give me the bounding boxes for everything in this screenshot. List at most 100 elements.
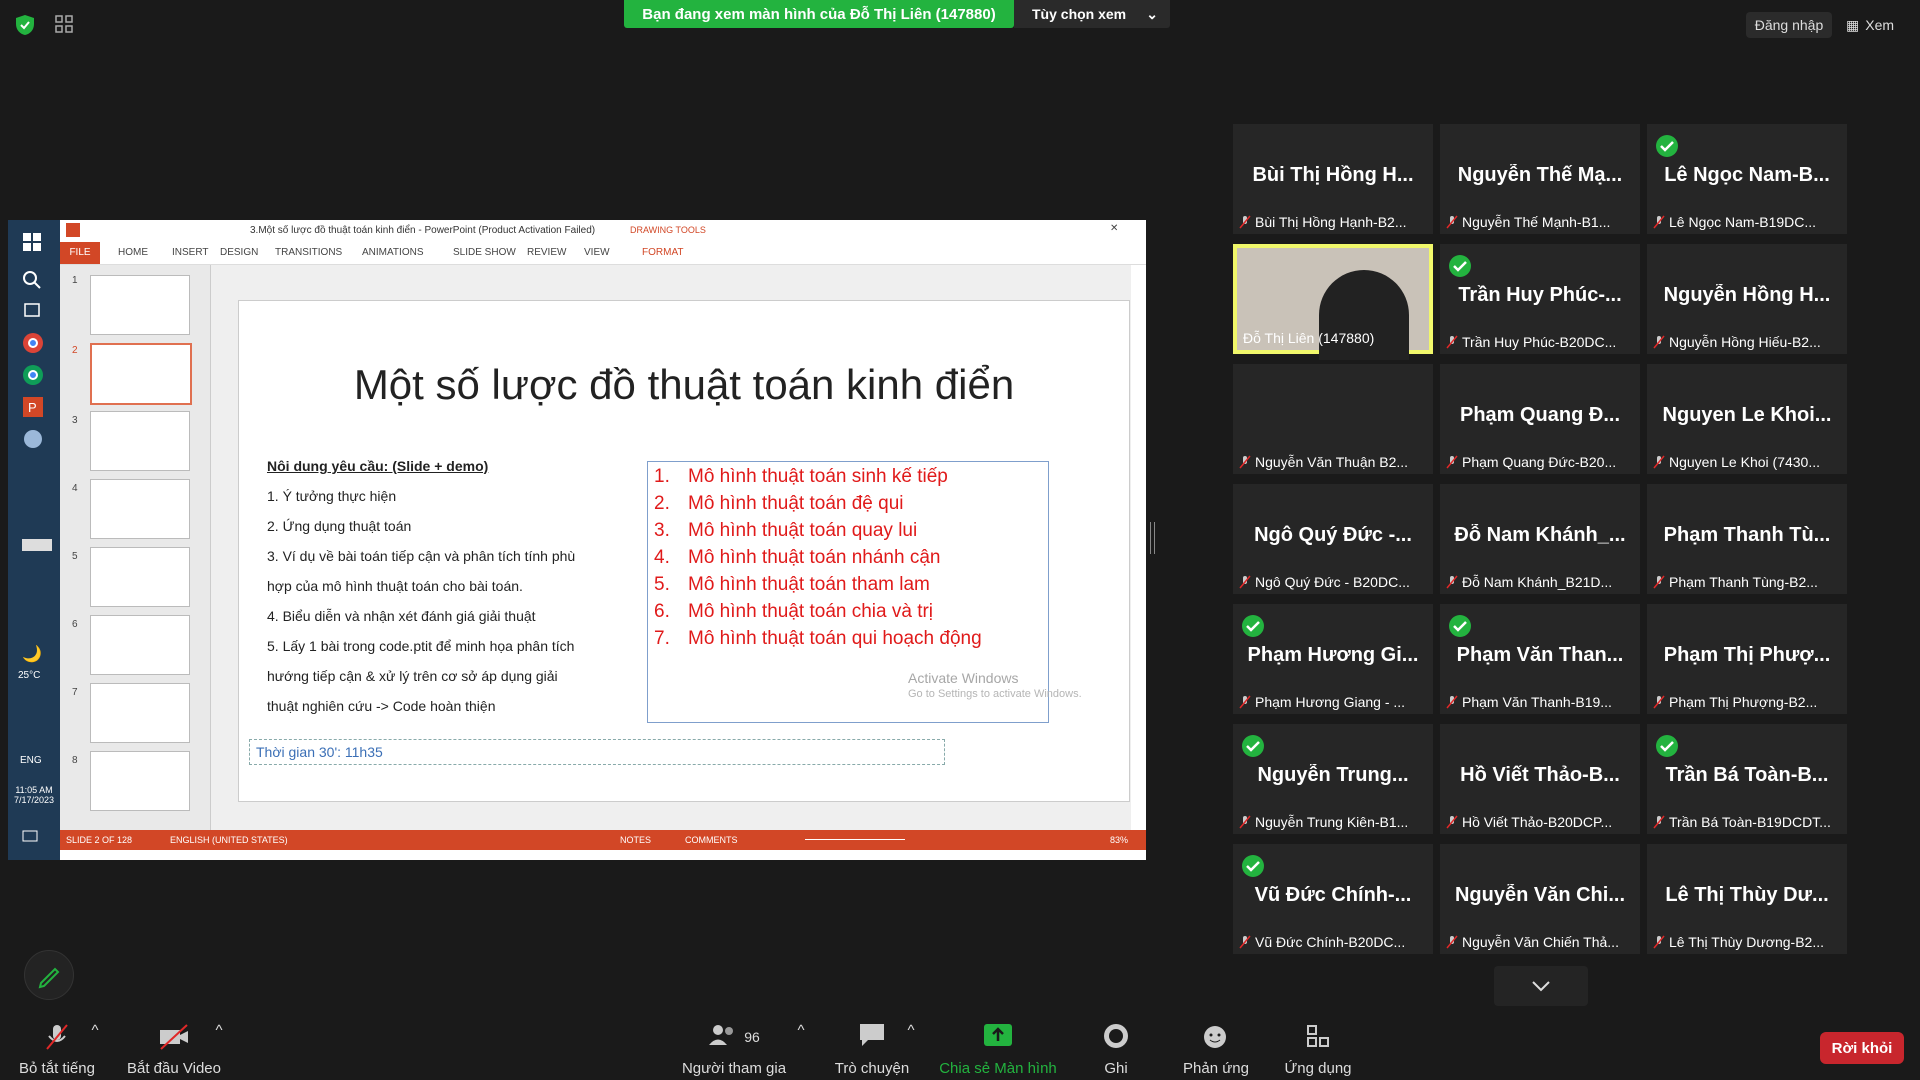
- participant-tile[interactable]: Phạm Quang Đ... Phạm Quang Đức-B20...: [1440, 364, 1640, 474]
- login-button[interactable]: Đăng nhập: [1746, 12, 1832, 38]
- chrome-icon[interactable]: [22, 332, 46, 356]
- security-shield-icon[interactable]: [14, 14, 36, 36]
- participant-tile[interactable]: Bùi Thị Hồng H... Bùi Thị Hồng Hạnh-B2...: [1233, 124, 1433, 234]
- powerpoint-app-icon: [66, 223, 80, 240]
- participant-video-tile[interactable]: Đỗ Thị Liên (147880): [1233, 244, 1433, 360]
- app-icon[interactable]: [22, 428, 46, 452]
- share-screen-button[interactable]: Chia sẻ Màn hình: [934, 1010, 1062, 1080]
- slide-thumbnail[interactable]: [90, 275, 190, 335]
- start-video-button[interactable]: Bắt đầu Video: [124, 1010, 224, 1080]
- apps-button[interactable]: Ứng dụng: [1276, 1010, 1360, 1080]
- participants-button[interactable]: 96 Người tham gia: [678, 1010, 790, 1080]
- participant-tile[interactable]: Trần Huy Phúc-... Trần Huy Phúc-B20DC...: [1440, 244, 1640, 354]
- view-options-label: Tùy chọn xem: [1032, 6, 1127, 22]
- slide-thumbnail[interactable]: [90, 751, 190, 811]
- powerpoint-icon[interactable]: P: [22, 396, 46, 420]
- close-icon[interactable]: ✕: [1110, 223, 1118, 234]
- clock-date: 7/17/2023: [13, 795, 55, 805]
- participant-name-label: Vũ Đức Chính-B20DC...: [1239, 934, 1427, 950]
- chat-options-caret[interactable]: ^: [904, 1010, 918, 1080]
- svg-text:P: P: [28, 400, 37, 415]
- task-view-icon[interactable]: [22, 300, 46, 324]
- participant-tile[interactable]: Lê Ngọc Nam-B... Lê Ngọc Nam-B19DC...: [1647, 124, 1847, 234]
- tab-transitions[interactable]: TRANSITIONS: [275, 247, 342, 258]
- zoom-level[interactable]: 83%: [1110, 835, 1128, 845]
- participant-tile[interactable]: Phạm Văn Than... Phạm Văn Thanh-B19...: [1440, 604, 1640, 714]
- tab-format[interactable]: FORMAT: [642, 247, 683, 258]
- slide-number: 2: [72, 345, 78, 356]
- participant-tile[interactable]: Lê Thị Thùy Dư... Lê Thị Thùy Dương-B2...: [1647, 844, 1847, 954]
- time-note-textbox[interactable]: Thời gian 30': 11h35: [249, 739, 945, 765]
- record-button[interactable]: Ghi: [1086, 1010, 1146, 1080]
- participant-tile[interactable]: Phạm Thị Phượ... Phạm Thị Phượng-B2...: [1647, 604, 1847, 714]
- input-language[interactable]: ENG: [20, 755, 42, 766]
- mic-muted-icon: [1653, 935, 1665, 949]
- participant-display-name: Nguyễn Văn Chi...: [1454, 884, 1626, 906]
- tab-home[interactable]: HOME: [118, 247, 148, 258]
- slide-thumbnail-selected[interactable]: [90, 343, 192, 405]
- zoom-slider[interactable]: [805, 839, 905, 840]
- windows-start-icon[interactable]: [22, 232, 46, 256]
- video-options-caret[interactable]: ^: [212, 1010, 226, 1080]
- view-grid-icon[interactable]: [54, 14, 74, 34]
- slide-thumbnail[interactable]: [90, 411, 190, 471]
- notes-button[interactable]: NOTES: [620, 835, 651, 845]
- tab-animations[interactable]: ANIMATIONS: [362, 247, 423, 258]
- view-button[interactable]: ▦ Xem: [1846, 12, 1908, 38]
- search-icon[interactable]: [22, 270, 46, 294]
- view-options-dropdown[interactable]: Tùy chọn xem ⌄: [1014, 0, 1170, 28]
- participant-display-name: Phạm Hương Gi...: [1247, 644, 1419, 666]
- check-circle-icon: [1449, 615, 1471, 637]
- participants-options-caret[interactable]: ^: [794, 1010, 808, 1080]
- slide-thumbnail[interactable]: [90, 479, 190, 539]
- chrome-profile-icon[interactable]: [22, 364, 46, 388]
- tab-slide-show[interactable]: SLIDE SHOW: [453, 247, 516, 258]
- start-video-label: Bắt đầu Video: [127, 1060, 221, 1077]
- slide-thumbnail[interactable]: [90, 683, 190, 743]
- participant-tile[interactable]: Nguyễn Hồng H... Nguyễn Hồng Hiếu-B2...: [1647, 244, 1847, 354]
- participant-tile[interactable]: Nguyen Le Khoi... Nguyen Le Khoi (7430...: [1647, 364, 1847, 474]
- slide-title[interactable]: Một số lược đồ thuật toán kinh điển: [239, 361, 1129, 409]
- tab-review[interactable]: REVIEW: [527, 247, 566, 258]
- participant-tile[interactable]: Nguyễn Văn Chi... Nguyễn Văn Chiến Thả...: [1440, 844, 1640, 954]
- participant-tile[interactable]: Phạm Hương Gi... Phạm Hương Giang - ...: [1233, 604, 1433, 714]
- participant-tile[interactable]: Trần Bá Toàn-B... Trần Bá Toàn-B19DCDT...: [1647, 724, 1847, 834]
- reactions-button[interactable]: Phản ứng: [1174, 1010, 1258, 1080]
- participant-tile[interactable]: Hồ Viết Thảo-B... Hồ Viết Thảo-B20DCP...: [1440, 724, 1640, 834]
- participant-tile[interactable]: Ngô Quý Đức -... Ngô Quý Đức - B20DC...: [1233, 484, 1433, 594]
- participant-tile[interactable]: Nguyễn Trung... Nguyễn Trung Kiên-B1...: [1233, 724, 1433, 834]
- model-item: 7. Mô hình thuật toán qui hoạch động: [654, 628, 982, 649]
- participant-tile[interactable]: Vũ Đức Chính-... Vũ Đức Chính-B20DC...: [1233, 844, 1433, 954]
- weather-icon: 🌙: [22, 646, 42, 663]
- slide-thumbnail[interactable]: [90, 547, 190, 607]
- requirements-heading: Nôi dung yêu cầu: (Slide + demo): [267, 458, 489, 474]
- mic-muted-icon: [1653, 575, 1665, 589]
- model-item: 6. Mô hình thuật toán chia và trị: [654, 601, 934, 622]
- tab-design[interactable]: DESIGN: [220, 247, 258, 258]
- tab-view[interactable]: VIEW: [584, 247, 610, 258]
- slide-thumbnail[interactable]: [90, 615, 190, 675]
- participant-full-name: Ngô Quý Đức - B20DC...: [1255, 574, 1410, 590]
- leave-meeting-button[interactable]: Rời khỏi: [1820, 1032, 1904, 1064]
- annotate-pencil-button[interactable]: [24, 950, 74, 1000]
- participant-tile[interactable]: Đỗ Nam Khánh_... Đỗ Nam Khánh_B21D...: [1440, 484, 1640, 594]
- slide-counter: SLIDE 2 OF 128: [66, 835, 133, 845]
- participant-tile[interactable]: Phạm Thanh Tù... Phạm Thanh Tùng-B2...: [1647, 484, 1847, 594]
- participant-tile[interactable]: Nguyễn Văn Thuận B2...: [1233, 364, 1433, 474]
- mic-muted-icon: [1239, 695, 1251, 709]
- chat-label: Trò chuyện: [834, 1060, 910, 1077]
- taskbar-clock[interactable]: 11:05 AM 7/17/2023: [12, 785, 56, 805]
- notification-icon[interactable]: [22, 830, 46, 854]
- tab-file[interactable]: FILE: [60, 242, 100, 264]
- tab-insert[interactable]: INSERT: [172, 247, 209, 258]
- participant-tile[interactable]: Nguyễn Thế Mạ... Nguyễn Thế Mạnh-B1...: [1440, 124, 1640, 234]
- language-status[interactable]: ENGLISH (UNITED STATES): [170, 835, 288, 845]
- participant-name-label: Lê Ngọc Nam-B19DC...: [1653, 214, 1841, 230]
- participant-full-name: Trần Bá Toàn-B19DCDT...: [1669, 814, 1831, 830]
- scroll-arrows-icon[interactable]: [22, 538, 52, 562]
- gallery-more-button[interactable]: [1494, 966, 1588, 1006]
- audio-options-caret[interactable]: ^: [88, 1010, 102, 1080]
- panel-resize-handle[interactable]: [1150, 522, 1155, 554]
- requirements-textbox[interactable]: Nôi dung yêu cầu: (Slide + demo) 1. Ý tư…: [267, 451, 627, 721]
- comments-button[interactable]: COMMENTS: [685, 835, 738, 845]
